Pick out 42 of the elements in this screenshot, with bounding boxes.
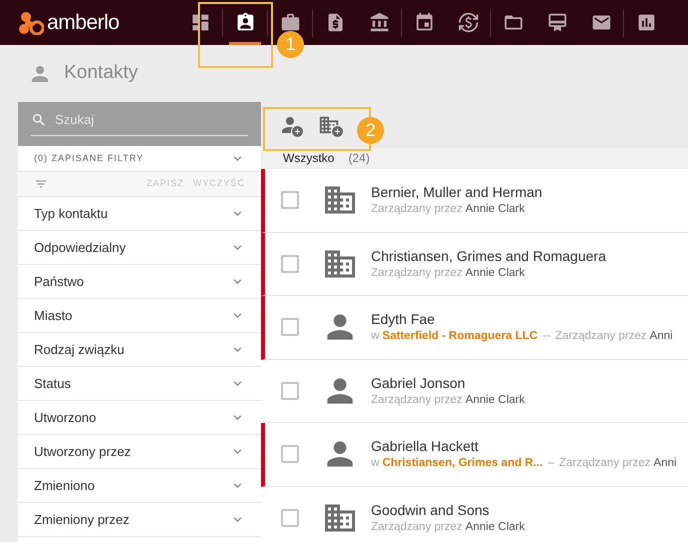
row-checkbox[interactable] xyxy=(281,382,299,400)
row-checkbox[interactable] xyxy=(281,254,299,273)
contact-name: Edyth Fae xyxy=(371,310,436,328)
manager-name: Annie Clark xyxy=(465,392,525,408)
contact-row[interactable]: Christiansen, Grimes and Romaguera Zarządzany przez Annie Clark xyxy=(261,232,688,296)
manager-name: Anni xyxy=(654,456,677,472)
contact-row[interactable]: Gabriella Hackett w Christiansen, Grimes and R... – Zarządzany przez Anni xyxy=(261,423,688,486)
contact-name: Gabriella Hackett xyxy=(371,437,480,456)
logo-text: amberlo xyxy=(47,10,120,36)
manager-name: Annie Clark xyxy=(465,520,525,535)
contact-name: Goodwin and Sons xyxy=(371,500,490,519)
contact-row[interactable]: Gabriel Jonson Zarządzany przez Annie Clark xyxy=(261,360,688,423)
manager-label: Zarządzany przez xyxy=(371,392,462,408)
separator-text: – xyxy=(548,456,554,472)
add-icon xyxy=(331,124,344,138)
callout-tooltip: 1 xyxy=(277,31,304,58)
add-icon xyxy=(291,124,304,138)
list-tab[interactable]: Wszystko (24) xyxy=(283,149,370,167)
contact-name: Christiansen, Grimes and Romaguera xyxy=(371,246,606,265)
contact-name: Bernier, Muller and Herman xyxy=(371,183,542,202)
manager-label: Zarządzany przez xyxy=(555,329,647,344)
page-title: Kontakty xyxy=(64,61,138,86)
manager-label: Zarządzany przez xyxy=(371,266,462,281)
search-icon xyxy=(31,112,47,128)
row-checkbox[interactable] xyxy=(281,445,299,464)
manager-name: Anni xyxy=(650,329,673,344)
contact-row[interactable]: Edyth Fae w Satterfield - Romaguera LLC -- Zarządzany przez Anni xyxy=(261,296,688,360)
in-label: w xyxy=(371,456,380,472)
contact-row[interactable]: Bernier, Muller and Herman Zarządzany przez Annie Clark xyxy=(261,169,688,232)
manager-name: Annie Clark xyxy=(465,202,525,218)
row-checkbox[interactable] xyxy=(281,318,299,336)
manager-label: Zarządzany przez xyxy=(559,456,651,472)
separator-text: -- xyxy=(542,329,550,344)
in-label: w xyxy=(371,329,380,344)
row-checkbox[interactable] xyxy=(281,191,299,210)
manager-label: Zarządzany przez xyxy=(371,520,462,535)
logo-icon xyxy=(18,10,44,34)
manager-name: Annie Clark xyxy=(465,266,525,281)
row-checkbox[interactable] xyxy=(281,508,299,527)
manager-label: Zarządzany przez xyxy=(371,202,462,218)
contact-name: Gabriel Jonson xyxy=(371,374,466,392)
contact-row[interactable]: Goodwin and Sons Zarządzany przez Annie Clark xyxy=(261,486,688,542)
